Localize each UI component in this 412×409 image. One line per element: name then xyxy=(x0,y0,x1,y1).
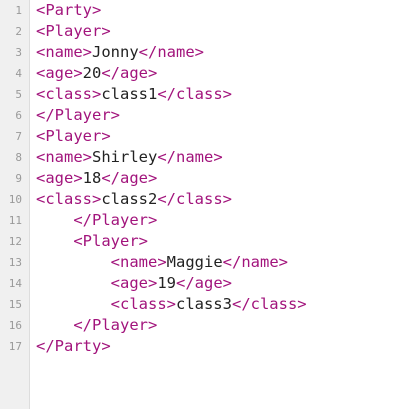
line-content: </Party> xyxy=(36,336,111,357)
line-content: <Player> xyxy=(36,126,111,147)
xml-close-tag: </class> xyxy=(231,295,307,313)
code-line[interactable]: 4 <age>20</age> xyxy=(0,63,412,84)
xml-open-tag: <class> xyxy=(36,85,102,103)
xml-open-tag: <name> xyxy=(110,253,167,271)
xml-text-value: Jonny xyxy=(92,43,139,61)
xml-open-tag: <Player> xyxy=(36,22,111,40)
line-number: 8 xyxy=(15,151,22,164)
line-content: <name>Shirley</name> xyxy=(36,147,223,168)
line-number: 4 xyxy=(15,67,22,80)
code-line[interactable]: 1 <Party> xyxy=(0,0,412,21)
xml-text-value: 20 xyxy=(82,64,102,82)
code-line[interactable]: 15 <class>class3</class> xyxy=(0,294,412,315)
line-number: 14 xyxy=(8,277,22,290)
line-number: 16 xyxy=(8,319,22,332)
xml-close-tag: </age> xyxy=(176,274,232,292)
code-line[interactable]: 11 </Player> xyxy=(0,210,412,231)
xml-open-tag: <Party> xyxy=(36,1,102,19)
line-content: <Player> xyxy=(36,21,111,42)
code-line[interactable]: 3 <name>Jonny</name> xyxy=(0,42,412,63)
line-number: 9 xyxy=(15,172,22,185)
line-number: 3 xyxy=(15,46,22,59)
line-number: 13 xyxy=(8,256,22,269)
line-number: 1 xyxy=(15,4,22,17)
xml-close-tag: </class> xyxy=(157,85,232,103)
xml-text-value: class1 xyxy=(101,85,158,103)
code-line[interactable]: 13 <name>Maggie</name> xyxy=(0,252,412,273)
code-line[interactable]: 5 <class>class1</class> xyxy=(0,84,412,105)
line-content: <class>class1</class> xyxy=(36,84,232,105)
xml-text-value: 19 xyxy=(157,274,176,292)
line-content: <age>19</age> xyxy=(36,273,232,294)
xml-text-value: 18 xyxy=(82,169,102,187)
xml-open-tag: <class> xyxy=(36,190,102,208)
xml-open-tag: <age> xyxy=(36,169,83,187)
xml-open-tag: <age> xyxy=(36,64,83,82)
xml-open-tag: <Player> xyxy=(36,127,111,145)
line-content: </Player> xyxy=(36,105,120,126)
xml-text-value: Maggie xyxy=(166,253,223,271)
code-line[interactable]: 16 </Player> xyxy=(0,315,412,336)
line-content: <Party> xyxy=(36,0,101,21)
line-content: <class>class3</class> xyxy=(36,294,307,315)
xml-close-tag: </name> xyxy=(157,148,223,166)
line-number: 11 xyxy=(8,214,22,227)
xml-open-tag: <name> xyxy=(36,43,92,61)
xml-open-tag: </Player> xyxy=(36,106,120,124)
line-content: <name>Jonny</name> xyxy=(36,42,204,63)
xml-text-value: class2 xyxy=(101,190,158,208)
code-area[interactable]: 1 <Party> 2 <Player> 3 <name>Jonny</name> 4 <ag… xyxy=(0,0,412,409)
line-content: <age>20</age> xyxy=(36,63,157,84)
code-line[interactable]: 14 <age>19</age> xyxy=(0,273,412,294)
xml-text-value: Shirley xyxy=(92,148,158,166)
xml-open-tag: </Party> xyxy=(36,337,111,355)
code-line[interactable]: 10 <class>class2</class> xyxy=(0,189,412,210)
line-number: 15 xyxy=(8,298,22,311)
xml-open-tag: <Player> xyxy=(73,232,148,250)
line-number: 6 xyxy=(15,109,22,122)
code-editor[interactable]: 1 <Party> 2 <Player> 3 <name>Jonny</name> 4 <ag… xyxy=(0,0,412,409)
xml-open-tag: <age> xyxy=(110,274,158,292)
xml-open-tag: </Player> xyxy=(73,211,158,229)
line-number: 7 xyxy=(15,130,22,143)
xml-open-tag: <class> xyxy=(110,295,176,313)
xml-open-tag: </Player> xyxy=(73,316,158,334)
line-number: 12 xyxy=(8,235,22,248)
line-content: <class>class2</class> xyxy=(36,189,232,210)
code-line[interactable]: 17 </Party> xyxy=(0,336,412,357)
code-line[interactable]: 9 <age>18</age> xyxy=(0,168,412,189)
code-line[interactable]: 12 <Player> xyxy=(0,231,412,252)
xml-open-tag: <name> xyxy=(36,148,92,166)
line-content: </Player> xyxy=(36,210,157,231)
xml-close-tag: </age> xyxy=(101,169,158,187)
code-line[interactable]: 6 </Player> xyxy=(0,105,412,126)
line-number: 10 xyxy=(8,193,22,206)
line-content: <age>18</age> xyxy=(36,168,157,189)
line-number: 17 xyxy=(8,340,22,353)
xml-close-tag: </name> xyxy=(138,43,204,61)
xml-close-tag: </age> xyxy=(101,64,158,82)
line-content: <name>Maggie</name> xyxy=(36,252,288,273)
line-number: 2 xyxy=(15,25,22,38)
xml-close-tag: </class> xyxy=(157,190,232,208)
xml-text-value: class3 xyxy=(175,295,232,313)
line-content: </Player> xyxy=(36,315,157,336)
xml-close-tag: </name> xyxy=(222,253,288,271)
line-content: <Player> xyxy=(36,231,148,252)
code-line[interactable]: 2 <Player> xyxy=(0,21,412,42)
code-line[interactable]: 7 <Player> xyxy=(0,126,412,147)
line-number: 5 xyxy=(15,88,22,101)
code-line[interactable]: 8 <name>Shirley</name> xyxy=(0,147,412,168)
